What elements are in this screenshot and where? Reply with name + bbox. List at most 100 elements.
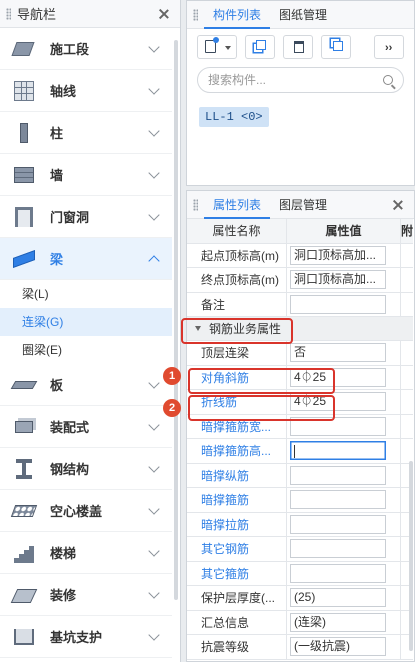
step-badge-2: 2 <box>163 399 181 417</box>
table-header: 属性名称 属性值 附 <box>187 219 413 244</box>
nav-item-door-window[interactable]: 门窗洞 <box>0 196 172 238</box>
col-header-extra: 附 <box>401 224 413 239</box>
nav-item-stair[interactable]: 楼梯 <box>0 532 172 574</box>
text-caret <box>294 444 295 458</box>
chevron-down-icon <box>148 544 160 557</box>
column-icon <box>12 121 36 145</box>
table-row: 暗撑纵筋 <box>187 463 413 488</box>
property-scrollbar[interactable] <box>409 461 413 651</box>
property-value[interactable]: 4⏀25 <box>290 367 386 387</box>
duplicate-icon <box>333 41 343 51</box>
nav-item-decoration[interactable]: 装修 <box>0 574 172 616</box>
copy-component-button[interactable] <box>245 35 275 59</box>
nav-item-construction-segment[interactable]: 施工段 <box>0 28 172 70</box>
nav-subitem-ring-beam[interactable]: 圈梁(E) <box>0 336 172 364</box>
property-value[interactable] <box>290 514 386 534</box>
property-value[interactable]: 4⏀25 <box>290 392 386 412</box>
more-button[interactable]: ›› <box>374 35 404 59</box>
close-icon[interactable] <box>390 197 406 213</box>
nav-subitem-coupling-beam[interactable]: 连梁(G) <box>0 308 172 336</box>
tab-property-list[interactable]: 属性列表 <box>204 191 271 219</box>
nav-item-prefab[interactable]: 装配式 <box>0 406 172 448</box>
chevron-up-icon <box>148 254 160 267</box>
construction-segment-icon <box>11 37 36 61</box>
nav-item-wall[interactable]: 墙 <box>0 154 172 196</box>
component-item[interactable]: LL-1 <0> <box>199 107 269 127</box>
property-value[interactable]: (连梁) <box>290 612 386 632</box>
tab-drawing-management[interactable]: 图纸管理 <box>270 1 336 29</box>
chevron-down-icon <box>148 82 160 95</box>
component-search[interactable] <box>197 67 404 93</box>
search-icon[interactable] <box>383 75 393 85</box>
property-value[interactable]: (25) <box>290 588 386 608</box>
copy-icon <box>256 40 266 50</box>
component-tabbar: 构件列表 图纸管理 <box>187 1 414 29</box>
drag-grip-icon[interactable] <box>193 198 198 211</box>
tab-component-list[interactable]: 构件列表 <box>204 1 271 29</box>
steel-structure-icon <box>12 457 36 481</box>
property-value[interactable]: 否 <box>290 343 386 363</box>
property-value[interactable]: (一级抗震) <box>290 637 386 657</box>
property-value[interactable] <box>290 490 386 510</box>
nav-item-label: 基坑支护 <box>50 630 103 645</box>
new-component-button[interactable] <box>197 35 237 59</box>
table-row: 暗撑箍筋高... <box>187 439 413 464</box>
property-value-input-focused[interactable] <box>290 441 386 461</box>
nav-item-steel-structure[interactable]: 钢结构 <box>0 448 172 490</box>
nav-item-label: 钢结构 <box>50 462 90 477</box>
nav-item-label: 梁 <box>50 252 64 267</box>
property-value[interactable] <box>290 465 386 485</box>
nav-item-label: 板 <box>50 378 64 393</box>
nav-item-label: 轴线 <box>50 84 77 99</box>
nav-item-label: 柱 <box>50 126 64 141</box>
nav-item-hollow-floor[interactable]: 空心楼盖 <box>0 490 172 532</box>
nav-item-label: 施工段 <box>50 42 90 57</box>
property-value[interactable]: 洞口顶标高加... <box>290 245 386 265</box>
wall-icon <box>12 163 36 187</box>
table-row: 汇总信息 (连梁) <box>187 610 413 635</box>
nav-item-axis[interactable]: 轴线 <box>0 70 172 112</box>
nav-item-label: 门窗洞 <box>50 210 90 225</box>
close-icon[interactable] <box>156 6 172 22</box>
navigation-panel: 导航栏 施工段 轴线 柱 墙 门窗洞 梁 梁(L) 连梁(G) 圈梁(E) 板 … <box>0 0 181 662</box>
property-value[interactable] <box>290 563 386 583</box>
foundation-pit-icon <box>12 625 36 649</box>
chevron-down-icon <box>148 418 160 431</box>
group-rebar-properties[interactable]: 钢筋业务属性 <box>187 317 413 341</box>
chevron-down-icon <box>148 208 160 221</box>
table-row: 其它箍筋 <box>187 561 413 586</box>
property-name: 暗撑拉筋 <box>187 512 287 536</box>
property-value[interactable]: 洞口顶标高加... <box>290 270 386 290</box>
property-value[interactable] <box>290 539 386 559</box>
axis-grid-icon <box>12 79 36 103</box>
search-input[interactable] <box>208 73 383 87</box>
table-row: 对角斜筋 4⏀25 <box>187 365 413 390</box>
nav-item-column[interactable]: 柱 <box>0 112 172 154</box>
nav-scrollbar[interactable] <box>174 40 178 600</box>
collapse-triangle-icon[interactable] <box>195 326 201 331</box>
property-value[interactable] <box>290 416 386 436</box>
group-label: 钢筋业务属性 <box>209 322 282 336</box>
property-value[interactable] <box>290 294 386 314</box>
dropdown-arrow-icon <box>225 46 231 50</box>
duplicate-component-button[interactable] <box>321 35 351 59</box>
chevron-down-icon <box>148 628 160 641</box>
chevron-down-icon <box>148 166 160 179</box>
drag-grip-icon[interactable] <box>6 7 11 20</box>
property-name: 汇总信息 <box>187 610 287 634</box>
delete-component-button[interactable] <box>283 35 313 59</box>
new-file-icon <box>205 37 219 53</box>
tab-layer-management[interactable]: 图层管理 <box>270 191 336 219</box>
chevron-down-icon <box>148 40 160 53</box>
door-window-icon <box>12 205 36 229</box>
nav-subitem-beam[interactable]: 梁(L) <box>0 280 172 308</box>
table-row: 起点顶标高(m) 洞口顶标高加... <box>187 243 413 268</box>
table-row: 暗撑拉筋 <box>187 512 413 537</box>
chevron-down-icon <box>148 586 160 599</box>
drag-grip-icon[interactable] <box>193 8 198 21</box>
property-name: 顶层连梁 <box>187 341 287 365</box>
nav-item-beam[interactable]: 梁 <box>0 238 172 280</box>
nav-item-slab[interactable]: 板 <box>0 364 172 406</box>
nav-item-foundation-pit[interactable]: 基坑支护 <box>0 616 172 658</box>
nav-list: 施工段 轴线 柱 墙 门窗洞 梁 梁(L) 连梁(G) 圈梁(E) 板 装配式 … <box>0 28 172 658</box>
